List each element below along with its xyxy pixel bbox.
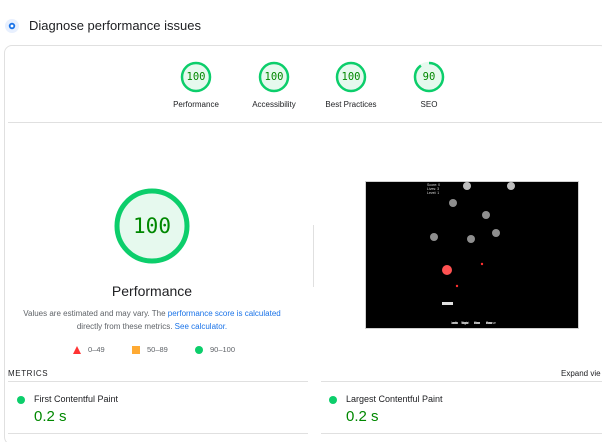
gauge-seo[interactable]: 90 [413,61,445,93]
gauge-score: 90 [422,71,436,83]
performance-note: Values are estimated and may vary. The p… [20,307,284,333]
final-screenshot[interactable]: Score: 0 Lives: 3 Level: 1 Left Right Fi… [365,181,579,329]
legend-range: 90–100 [210,345,236,354]
legend-range: 50–89 [147,345,168,354]
enemy-ship-icon [442,265,452,275]
game-button: Fire [474,321,481,325]
metric-value: 0.2 s [346,408,379,425]
legend-range: 0–49 [88,345,105,354]
gauge-score: 100 [186,71,206,83]
square-icon [132,346,140,356]
metrics-divider [321,381,602,382]
column-divider [313,225,314,287]
expand-view-button[interactable]: Expand vie [561,369,601,378]
performance-score-link[interactable]: performance score is calculated [168,309,281,318]
gauge-score: 100 [341,71,361,83]
gauge-best-practices[interactable]: 100 [335,61,367,93]
circle-icon [195,346,203,356]
game-button: Left [451,321,457,325]
metrics-heading: METRICS [8,369,49,378]
note-text: directly from these metrics. [76,322,175,331]
see-calculator-link[interactable]: See calculator. [175,322,227,331]
metric-value: 0.2 s [34,408,67,425]
section-divider [8,122,602,123]
gauge-label[interactable]: Performance [151,100,241,109]
metrics-divider [8,381,308,382]
gauge-performance[interactable]: 100 [180,61,212,93]
pass-circle-icon [17,396,25,404]
metric-divider [8,433,308,434]
pass-circle-icon [329,396,337,404]
note-text: Values are estimated and may vary. The [23,309,168,318]
metric-divider [321,433,602,434]
gauge-score: 100 [264,71,284,83]
page-title: Diagnose performance issues [29,18,201,33]
hud-line: Level: 1 [427,191,440,195]
performance-label: Performance [111,283,193,299]
gauge-accessibility[interactable]: 100 [258,61,290,93]
game-button: Right [461,321,470,325]
gauge-label[interactable]: SEO [384,100,474,109]
metric-name: First Contentful Paint [34,394,119,404]
metric-name: Largest Contentful Paint [346,394,443,404]
lighthouse-icon [4,18,20,34]
player-ship-icon [442,302,453,305]
performance-score: 100 [133,214,171,238]
triangle-icon [73,346,81,356]
game-button: Pause [486,321,496,325]
performance-gauge: 100 [113,187,191,265]
gauge-label[interactable]: Best Practices [306,100,396,109]
